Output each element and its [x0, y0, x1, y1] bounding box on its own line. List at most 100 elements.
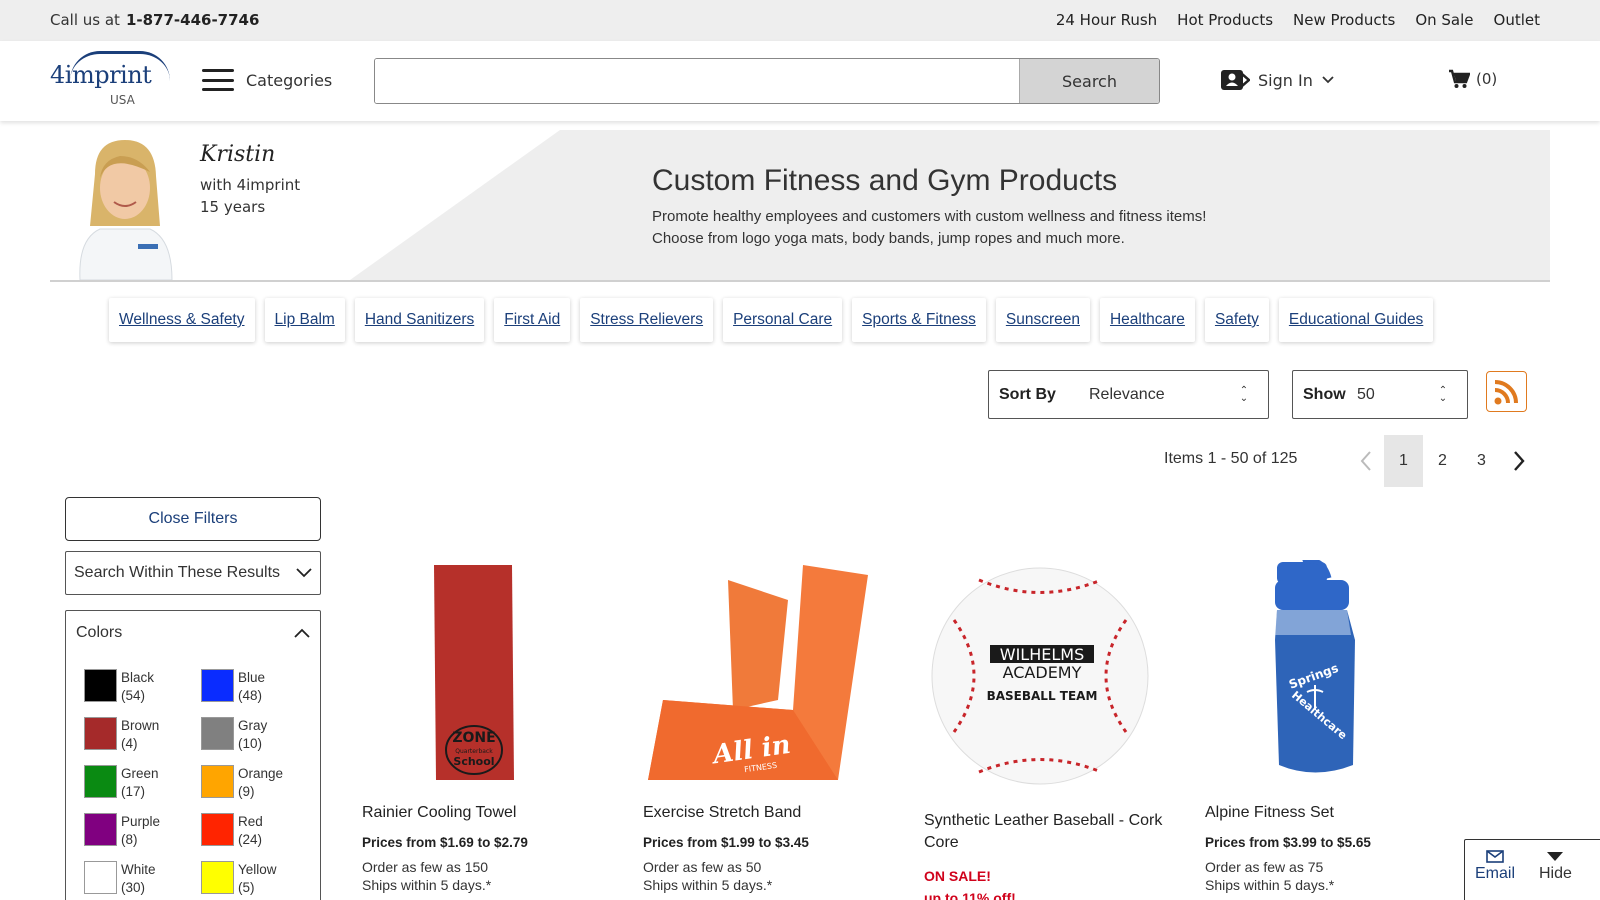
link-on-sale[interactable]: On Sale	[1415, 11, 1473, 29]
product-card[interactable]: Springs Healthcare Alpine Fitness Set Pr…	[1205, 558, 1465, 893]
page-1-button[interactable]: 1	[1384, 435, 1423, 487]
color-filter-black[interactable]: Black (54)	[84, 669, 201, 707]
color-name: Purple	[121, 814, 161, 829]
product-card[interactable]: All in FITNESS Exercise Stretch Band Pri…	[643, 560, 903, 893]
search-within-toggle[interactable]: Search Within These Results	[65, 551, 321, 595]
imprint-text: ZONE	[452, 730, 495, 746]
product-card[interactable]: ZONE Quarterback School Rainier Cooling …	[362, 560, 622, 893]
site-logo[interactable]: 4imprint USA	[50, 51, 170, 109]
sort-by-select[interactable]: Sort By Relevance ⌃ ⌄	[988, 370, 1269, 419]
hide-button[interactable]: Hide	[1539, 850, 1572, 883]
search-input[interactable]	[375, 59, 1019, 103]
prev-page-button[interactable]	[1348, 435, 1384, 487]
color-swatch	[201, 669, 234, 702]
chip-first-aid[interactable]: First Aid	[494, 298, 571, 342]
chevron-down-icon	[1322, 76, 1334, 84]
color-filter-blue[interactable]: Blue (48)	[201, 669, 318, 707]
call-us: Call us at 1-877-446-7746	[50, 11, 259, 29]
chevron-down-icon	[296, 568, 312, 578]
chip-educational-guides[interactable]: Educational Guides	[1278, 298, 1434, 342]
color-filter-purple[interactable]: Purple (8)	[84, 813, 201, 851]
product-image-fitness-set[interactable]: Springs Healthcare	[1205, 558, 1465, 790]
chip-wellness-safety[interactable]: Wellness & Safety	[109, 298, 255, 342]
link-24-hour-rush[interactable]: 24 Hour Rush	[1056, 11, 1157, 29]
color-swatch	[84, 669, 117, 702]
rss-feed-button[interactable]	[1486, 371, 1527, 412]
color-name: Gray	[238, 718, 268, 733]
chip-safety[interactable]: Safety	[1204, 298, 1269, 342]
color-count: (9)	[238, 784, 255, 799]
color-filter-white[interactable]: White (30)	[84, 861, 201, 899]
show-count-select[interactable]: Show 50 ⌃ ⌄	[1292, 370, 1468, 419]
chip-hand-sanitizers[interactable]: Hand Sanitizers	[354, 298, 485, 342]
color-swatch	[201, 717, 234, 750]
rep-name: Kristin	[200, 142, 276, 167]
categories-label: Categories	[246, 70, 333, 90]
product-image-towel[interactable]: ZONE Quarterback School	[362, 560, 622, 790]
imprint-text: ACADEMY	[1003, 663, 1082, 682]
email-button[interactable]: Email	[1475, 850, 1515, 883]
rep-company: with 4imprint	[200, 176, 301, 194]
search-button[interactable]: Search	[1019, 59, 1159, 103]
chip-sunscreen[interactable]: Sunscreen	[995, 298, 1090, 342]
close-filters-button[interactable]: Close Filters	[65, 497, 321, 541]
color-count: (10)	[238, 736, 263, 751]
product-min-qty: Order as few as 75	[1205, 859, 1324, 875]
chip-healthcare[interactable]: Healthcare	[1099, 298, 1195, 342]
hide-label: Hide	[1539, 865, 1572, 882]
color-count: (24)	[238, 832, 263, 847]
color-name: Orange	[238, 766, 284, 781]
color-swatch	[201, 861, 234, 894]
colors-filter-panel: Colors Black (54) Blue (48) Brown (4) Gray (…	[65, 610, 321, 900]
color-count: (8)	[121, 832, 138, 847]
phone-number[interactable]: 1-877-446-7746	[126, 11, 259, 29]
color-filter-orange[interactable]: Orange (9)	[201, 765, 318, 803]
product-name[interactable]: Synthetic Leather Baseball - Cork Core	[924, 810, 1184, 854]
imprint-text: WILHELMS	[1000, 645, 1084, 664]
chevron-up-icon	[294, 628, 310, 638]
cart-button[interactable]: (0)	[1448, 69, 1497, 89]
link-outlet[interactable]: Outlet	[1494, 11, 1540, 29]
chip-personal-care[interactable]: Personal Care	[723, 298, 843, 342]
categories-menu-button[interactable]: Categories	[202, 69, 332, 91]
link-new-products[interactable]: New Products	[1293, 11, 1395, 29]
page-2-button[interactable]: 2	[1423, 435, 1462, 487]
site-header: 4imprint USA Categories Search Sign In (…	[0, 41, 1600, 121]
product-name[interactable]: Alpine Fitness Set	[1205, 802, 1465, 824]
product-name[interactable]: Exercise Stretch Band	[643, 802, 903, 824]
color-filter-red[interactable]: Red (24)	[201, 813, 318, 851]
color-filter-gray[interactable]: Gray (10)	[201, 717, 318, 755]
color-swatch	[84, 717, 117, 750]
product-name[interactable]: Rainier Cooling Towel	[362, 802, 622, 824]
colors-label: Colors	[76, 624, 123, 641]
color-swatch	[84, 861, 117, 894]
link-hot-products[interactable]: Hot Products	[1177, 11, 1273, 29]
page-3-button[interactable]: 3	[1462, 435, 1501, 487]
show-label: Show	[1303, 385, 1346, 403]
chip-stress-relievers[interactable]: Stress Relievers	[580, 298, 714, 342]
product-image-baseball[interactable]: WILHELMS ACADEMY BASEBALL TEAM	[924, 560, 1184, 790]
color-filter-brown[interactable]: Brown (4)	[84, 717, 201, 755]
chip-lip-balm[interactable]: Lip Balm	[264, 298, 345, 342]
cart-icon	[1449, 69, 1470, 88]
color-filter-yellow[interactable]: Yellow (5)	[201, 861, 318, 899]
select-arrows-icon: ⌃ ⌄	[1239, 384, 1249, 404]
page-description-2: Choose from logo yoga mats, body bands, …	[652, 230, 1125, 247]
color-filter-green[interactable]: Green (17)	[84, 765, 201, 803]
imprint-text: Quarterback	[455, 748, 493, 755]
utility-bar: Call us at 1-877-446-7746 24 Hour Rush Ho…	[0, 0, 1600, 41]
sign-in-button[interactable]: Sign In	[1220, 69, 1335, 91]
product-card[interactable]: WILHELMS ACADEMY BASEBALL TEAM Synthetic…	[924, 560, 1184, 900]
product-price: Prices from $3.99 to $5.65	[1205, 835, 1371, 850]
product-price: Prices from $1.99 to $3.45	[643, 835, 809, 850]
colors-filter-toggle[interactable]: Colors	[66, 611, 320, 655]
color-count: (4)	[121, 736, 138, 751]
color-swatch	[84, 813, 117, 846]
next-page-button[interactable]	[1501, 435, 1537, 487]
color-count: (48)	[238, 688, 263, 703]
chip-sports-fitness[interactable]: Sports & Fitness	[852, 298, 986, 342]
product-image-stretch-band[interactable]: All in FITNESS	[643, 560, 903, 790]
search-within-label: Search Within These Results	[74, 564, 281, 581]
select-arrows-icon: ⌃ ⌄	[1438, 384, 1448, 404]
top-links: 24 Hour Rush Hot Products New Products O…	[1056, 11, 1540, 29]
